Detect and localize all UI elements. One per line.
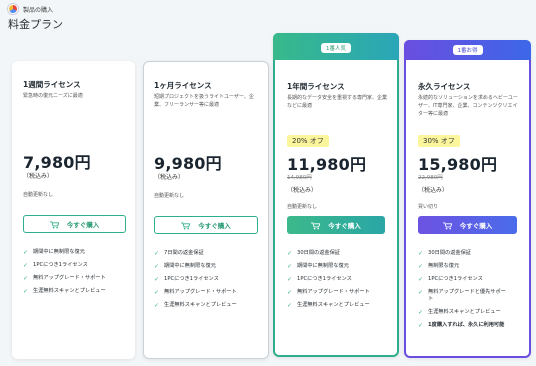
check-icon: ✓: [287, 263, 293, 270]
check-icon: ✓: [287, 289, 293, 296]
check-icon: ✓: [418, 250, 424, 257]
renewal-note: 自動更新なし: [287, 204, 318, 210]
feature-item: ✓ 1度購入すれば、永久に利用可能: [418, 322, 505, 329]
buy-now-button[interactable]: 今すぐ購入: [418, 216, 517, 234]
check-icon: ✓: [418, 309, 424, 316]
feature-item: ✓ 期間中に無制限な復元: [23, 249, 85, 256]
breadcrumb[interactable]: 製品の購入: [23, 5, 53, 14]
check-icon: ✓: [23, 262, 29, 269]
renewal-note: 自動更新なし: [23, 192, 54, 198]
check-icon: ✓: [23, 275, 29, 282]
check-icon: ✓: [418, 289, 424, 296]
check-icon: ✓: [154, 263, 160, 270]
plan-description: 緊急時の復元ニーズに最適: [23, 93, 83, 99]
check-icon: ✓: [154, 276, 160, 283]
plan-price: 11,980円: [287, 155, 367, 174]
buy-now-label: 今すぐ購入: [198, 222, 231, 230]
feature-list: ✓ 30日間の返金保証 ✓ 期間中に無制限な復元 ✓ 1PCにつき1ライセンス ✓ 無料…: [287, 250, 393, 315]
feature-item: ✓ 1PCにつき1ライセンス: [154, 276, 219, 283]
check-icon: ✓: [287, 302, 293, 309]
plan-name: 永久ライセンス: [418, 82, 471, 91]
feature-item: ✓ 30日間の返金保証: [287, 250, 340, 257]
tax-note: （税込み）: [287, 187, 318, 194]
feature-list: ✓ 期間中に無制限な復元 ✓ 1PCにつき1ライセンス ✓ 無料アップグレード・サポー…: [23, 249, 129, 301]
feature-item: ✓ 生涯無料スキャンとプレビュー: [154, 302, 237, 309]
plan-description: 短期プロジェクトを扱うライトユーザー、企業、フリーランサー等に最適: [154, 94, 254, 108]
check-icon: ✓: [154, 250, 160, 257]
buy-now-button[interactable]: 今すぐ購入: [23, 215, 126, 233]
plan-card-lifetime: 1番お得 永久ライセンス 永続的なソリューションを求めるヘビーユーザー、IT専門…: [404, 40, 531, 358]
plan-name: 1週間ライセンス: [23, 80, 81, 89]
feature-item: ✓ 30日間の返金保証: [418, 250, 471, 257]
buy-now-label: 今すぐ購入: [66, 221, 100, 229]
tax-note: （税込み）: [154, 174, 185, 181]
check-icon: ✓: [154, 302, 160, 309]
page-title: 料金プラン: [8, 18, 63, 31]
feature-item: ✓ 無料アップグレード・サポート: [287, 289, 370, 296]
check-icon: ✓: [418, 276, 424, 283]
cart-icon: [311, 221, 321, 229]
feature-item: ✓ 無制限な復元: [418, 263, 460, 270]
plan-name: 1ヶ月ライセンス: [154, 81, 212, 90]
check-icon: ✓: [23, 249, 29, 256]
renewal-note: 買い切り: [418, 204, 439, 210]
check-icon: ✓: [23, 288, 29, 295]
feature-item: ✓ 無料アップグレードと優先サポート: [418, 289, 506, 302]
header-bar: 製品の購入: [8, 4, 53, 14]
check-icon: ✓: [418, 263, 424, 270]
buy-now-button[interactable]: 今すぐ購入: [287, 216, 385, 234]
feature-item: ✓ 生涯無料スキャンとプレビュー: [287, 302, 370, 309]
check-icon: ✓: [154, 289, 160, 296]
buy-now-button[interactable]: 今すぐ購入: [154, 216, 258, 234]
discount-badge: 30% オフ: [418, 135, 460, 147]
feature-item: ✓ 1PCにつき1ライセンス: [418, 276, 483, 283]
feature-item: ✓ 無料アップグレード・サポート: [154, 289, 237, 296]
plan-price: 9,980円: [154, 154, 222, 173]
plan-card-1year: 1番人気 1年間ライセンス 長期的なデータ安全を重視する専門家、企業などに最適 …: [273, 33, 399, 357]
discount-badge: 20% オフ: [287, 135, 329, 147]
popular-ribbon: 1番人気: [273, 33, 399, 60]
plan-card-1week: 1週間ライセンス 緊急時の復元ニーズに最適 7,980円 （税込み） 自動更新な…: [12, 61, 135, 359]
plan-price: 7,980円: [23, 153, 91, 172]
original-price: 14,980円: [287, 175, 312, 181]
app-logo-icon: [8, 4, 18, 14]
feature-item: ✓ 無料アップグレード・サポート: [23, 275, 106, 282]
plan-description: 長期的なデータ安全を重視する専門家、企業などに最適: [287, 95, 388, 109]
plan-description: 永続的なソリューションを求めるヘビーユーザー、IT専門家、企業、コンテンツクリエ…: [418, 95, 518, 117]
check-icon: ✓: [287, 250, 293, 257]
popular-badge: 1番人気: [321, 43, 351, 53]
feature-list: ✓ 30日間の返金保証 ✓ 無制限な復元 ✓ 1PCにつき1ライセンス ✓ 無料アップグ…: [418, 250, 524, 335]
feature-item: ✓ 1PCにつき1ライセンス: [23, 262, 88, 269]
check-icon: ✓: [287, 276, 293, 283]
cart-icon: [49, 220, 59, 228]
cart-icon: [442, 221, 452, 229]
buy-now-label: 今すぐ購入: [328, 222, 361, 230]
buy-now-label: 今すぐ購入: [459, 222, 493, 230]
feature-item: ✓ 期間中に無制限な復元: [154, 263, 216, 270]
feature-item: ✓ 生涯無料スキャンとプレビュー: [418, 309, 501, 316]
best-value-badge: 1番お得: [452, 45, 483, 55]
check-icon: ✓: [418, 322, 424, 329]
plan-price: 15,980円: [418, 155, 498, 174]
renewal-note: 自動更新なし: [154, 193, 185, 199]
tax-note: （税込み）: [23, 173, 54, 180]
original-price: 22,980円: [418, 175, 443, 181]
cart-icon: [181, 221, 191, 229]
plan-name: 1年間ライセンス: [287, 82, 345, 91]
feature-item: ✓ 1PCにつき1ライセンス: [287, 276, 352, 283]
feature-item: ✓ 生涯無料スキャンとプレビュー: [23, 288, 106, 295]
feature-item: ✓ 7日間の返金保証: [154, 250, 204, 257]
feature-list: ✓ 7日間の返金保証 ✓ 期間中に無制限な復元 ✓ 1PCにつき1ライセンス ✓ 無料ア…: [154, 250, 260, 315]
best-value-ribbon: 1番お得: [404, 40, 531, 60]
plan-card-1month: 1ヶ月ライセンス 短期プロジェクトを扱うライトユーザー、企業、フリーランサー等に…: [143, 61, 269, 359]
tax-note: （税込み）: [418, 187, 449, 194]
feature-item: ✓ 期間中に無制限な復元: [287, 263, 349, 270]
